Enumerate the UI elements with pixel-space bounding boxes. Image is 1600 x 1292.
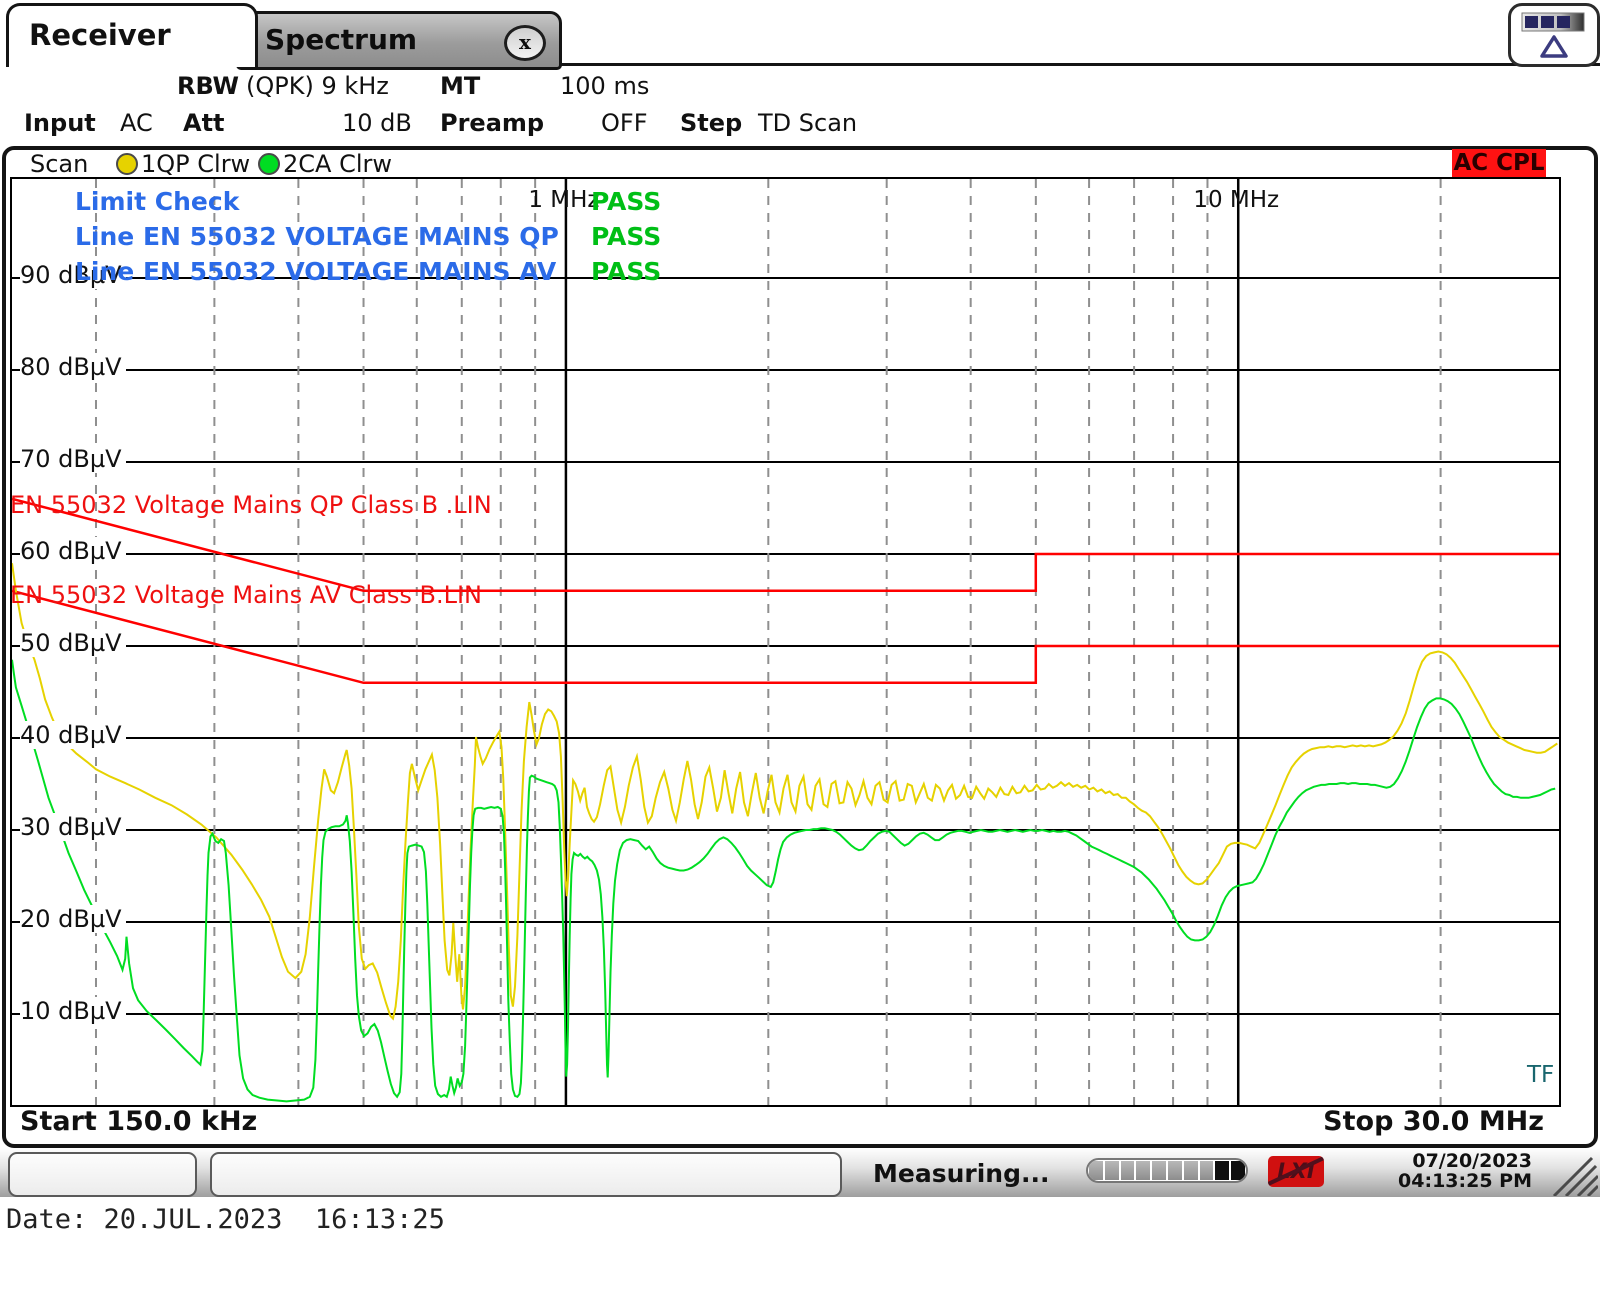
tab-receiver[interactable]: Receiver bbox=[6, 3, 258, 67]
scan-label: Scan bbox=[30, 150, 88, 178]
tab-spectrum[interactable]: Spectrum x bbox=[236, 11, 562, 70]
y-axis-label: 30 dBµV bbox=[20, 813, 126, 841]
status-field-1[interactable] bbox=[8, 1152, 197, 1197]
close-icon[interactable]: x bbox=[504, 25, 546, 61]
progress-segment bbox=[1168, 1161, 1182, 1180]
y-axis-label: 50 dBµV bbox=[20, 629, 126, 657]
tab-spectrum-label: Spectrum bbox=[265, 23, 417, 56]
step-value[interactable]: TD Scan bbox=[758, 108, 857, 138]
footer-date-line: Date: 20.JUL.2023 16:13:25 bbox=[6, 1204, 445, 1235]
header-divider bbox=[533, 63, 1600, 66]
preamp-label: Preamp bbox=[440, 108, 544, 138]
y-axis-label: 60 dBµV bbox=[20, 537, 126, 565]
trace1-color-dot bbox=[116, 153, 138, 175]
step-label: Step bbox=[680, 108, 742, 138]
limit-check-result: PASS bbox=[591, 187, 661, 216]
x-axis-marker-label: 1 MHz bbox=[528, 187, 599, 213]
progress-segment bbox=[1200, 1161, 1214, 1180]
measuring-status: Measuring... bbox=[873, 1159, 1049, 1188]
coupling-status-badge: AC CPL bbox=[1452, 149, 1546, 177]
qp-limit-label: EN 55032 Voltage Mains QP Class B .LIN bbox=[10, 491, 492, 519]
trace2-legend[interactable]: 2CA Clrw bbox=[283, 150, 392, 178]
y-axis-label: 40 dBµV bbox=[20, 721, 126, 749]
progress-segment bbox=[1136, 1161, 1150, 1180]
att-label: Att bbox=[183, 108, 225, 138]
mt-label: MT bbox=[440, 71, 480, 101]
display-layout-icon bbox=[1515, 10, 1593, 60]
status-field-2[interactable] bbox=[210, 1152, 842, 1197]
preamp-value[interactable]: OFF bbox=[601, 108, 648, 138]
y-axis-label: 10 dBµV bbox=[20, 997, 126, 1025]
input-value[interactable]: AC bbox=[120, 108, 153, 138]
instrument-screen: Spectrum x Receiver RBW (QPK) 9 kHz MT 1… bbox=[0, 0, 1600, 1292]
limit-check-title: Limit Check bbox=[75, 187, 239, 216]
progress-segment bbox=[1121, 1161, 1135, 1180]
att-value[interactable]: 10 dB bbox=[342, 108, 412, 138]
progress-segment bbox=[1105, 1161, 1119, 1180]
display-layout-button[interactable] bbox=[1508, 3, 1600, 67]
spectrum-plot[interactable] bbox=[10, 177, 1561, 1107]
progress-segment bbox=[1184, 1161, 1198, 1180]
stop-frequency[interactable]: Stop 30.0 MHz bbox=[1323, 1106, 1544, 1137]
status-date: 07/20/2023 bbox=[1366, 1151, 1532, 1171]
av-limit-label: EN 55032 Voltage Mains AV Class B.LIN bbox=[10, 581, 482, 609]
mt-value[interactable]: 100 ms bbox=[560, 71, 649, 101]
rbw-label: RBW bbox=[177, 71, 239, 101]
start-frequency[interactable]: Start 150.0 kHz bbox=[20, 1106, 257, 1137]
tf-indicator: TF bbox=[1527, 1062, 1554, 1088]
progress-segment bbox=[1152, 1161, 1166, 1180]
y-axis-label: 20 dBµV bbox=[20, 905, 126, 933]
resize-grip-icon[interactable] bbox=[1542, 1147, 1598, 1196]
y-axis-label: 70 dBµV bbox=[20, 445, 126, 473]
progress-segment bbox=[1215, 1161, 1229, 1180]
trace1-legend[interactable]: 1QP Clrw bbox=[141, 150, 250, 178]
clock: 07/20/2023 04:13:25 PM bbox=[1366, 1151, 1532, 1191]
tab-receiver-label: Receiver bbox=[29, 18, 171, 52]
limit-line-qp-name: Line EN 55032 VOLTAGE MAINS QP bbox=[75, 222, 559, 251]
y-axis-label: 80 dBµV bbox=[20, 353, 126, 381]
input-label: Input bbox=[24, 108, 96, 138]
measurement-progress-bar bbox=[1086, 1158, 1248, 1183]
trace2-color-dot bbox=[258, 153, 280, 175]
plot-svg bbox=[12, 179, 1559, 1105]
limit-line-qp-result: PASS bbox=[591, 222, 661, 251]
progress-segment bbox=[1231, 1161, 1245, 1180]
limit-line-av-result: PASS bbox=[591, 257, 661, 286]
progress-segment bbox=[1089, 1161, 1103, 1180]
limit-line-av-name: Line EN 55032 VOLTAGE MAINS AV bbox=[75, 257, 556, 286]
x-axis-marker-label: 10 MHz bbox=[1193, 187, 1279, 213]
status-time: 04:13:25 PM bbox=[1366, 1171, 1532, 1191]
lxi-logo: LXI bbox=[1268, 1156, 1324, 1187]
rbw-value[interactable]: (QPK) 9 kHz bbox=[246, 71, 389, 101]
